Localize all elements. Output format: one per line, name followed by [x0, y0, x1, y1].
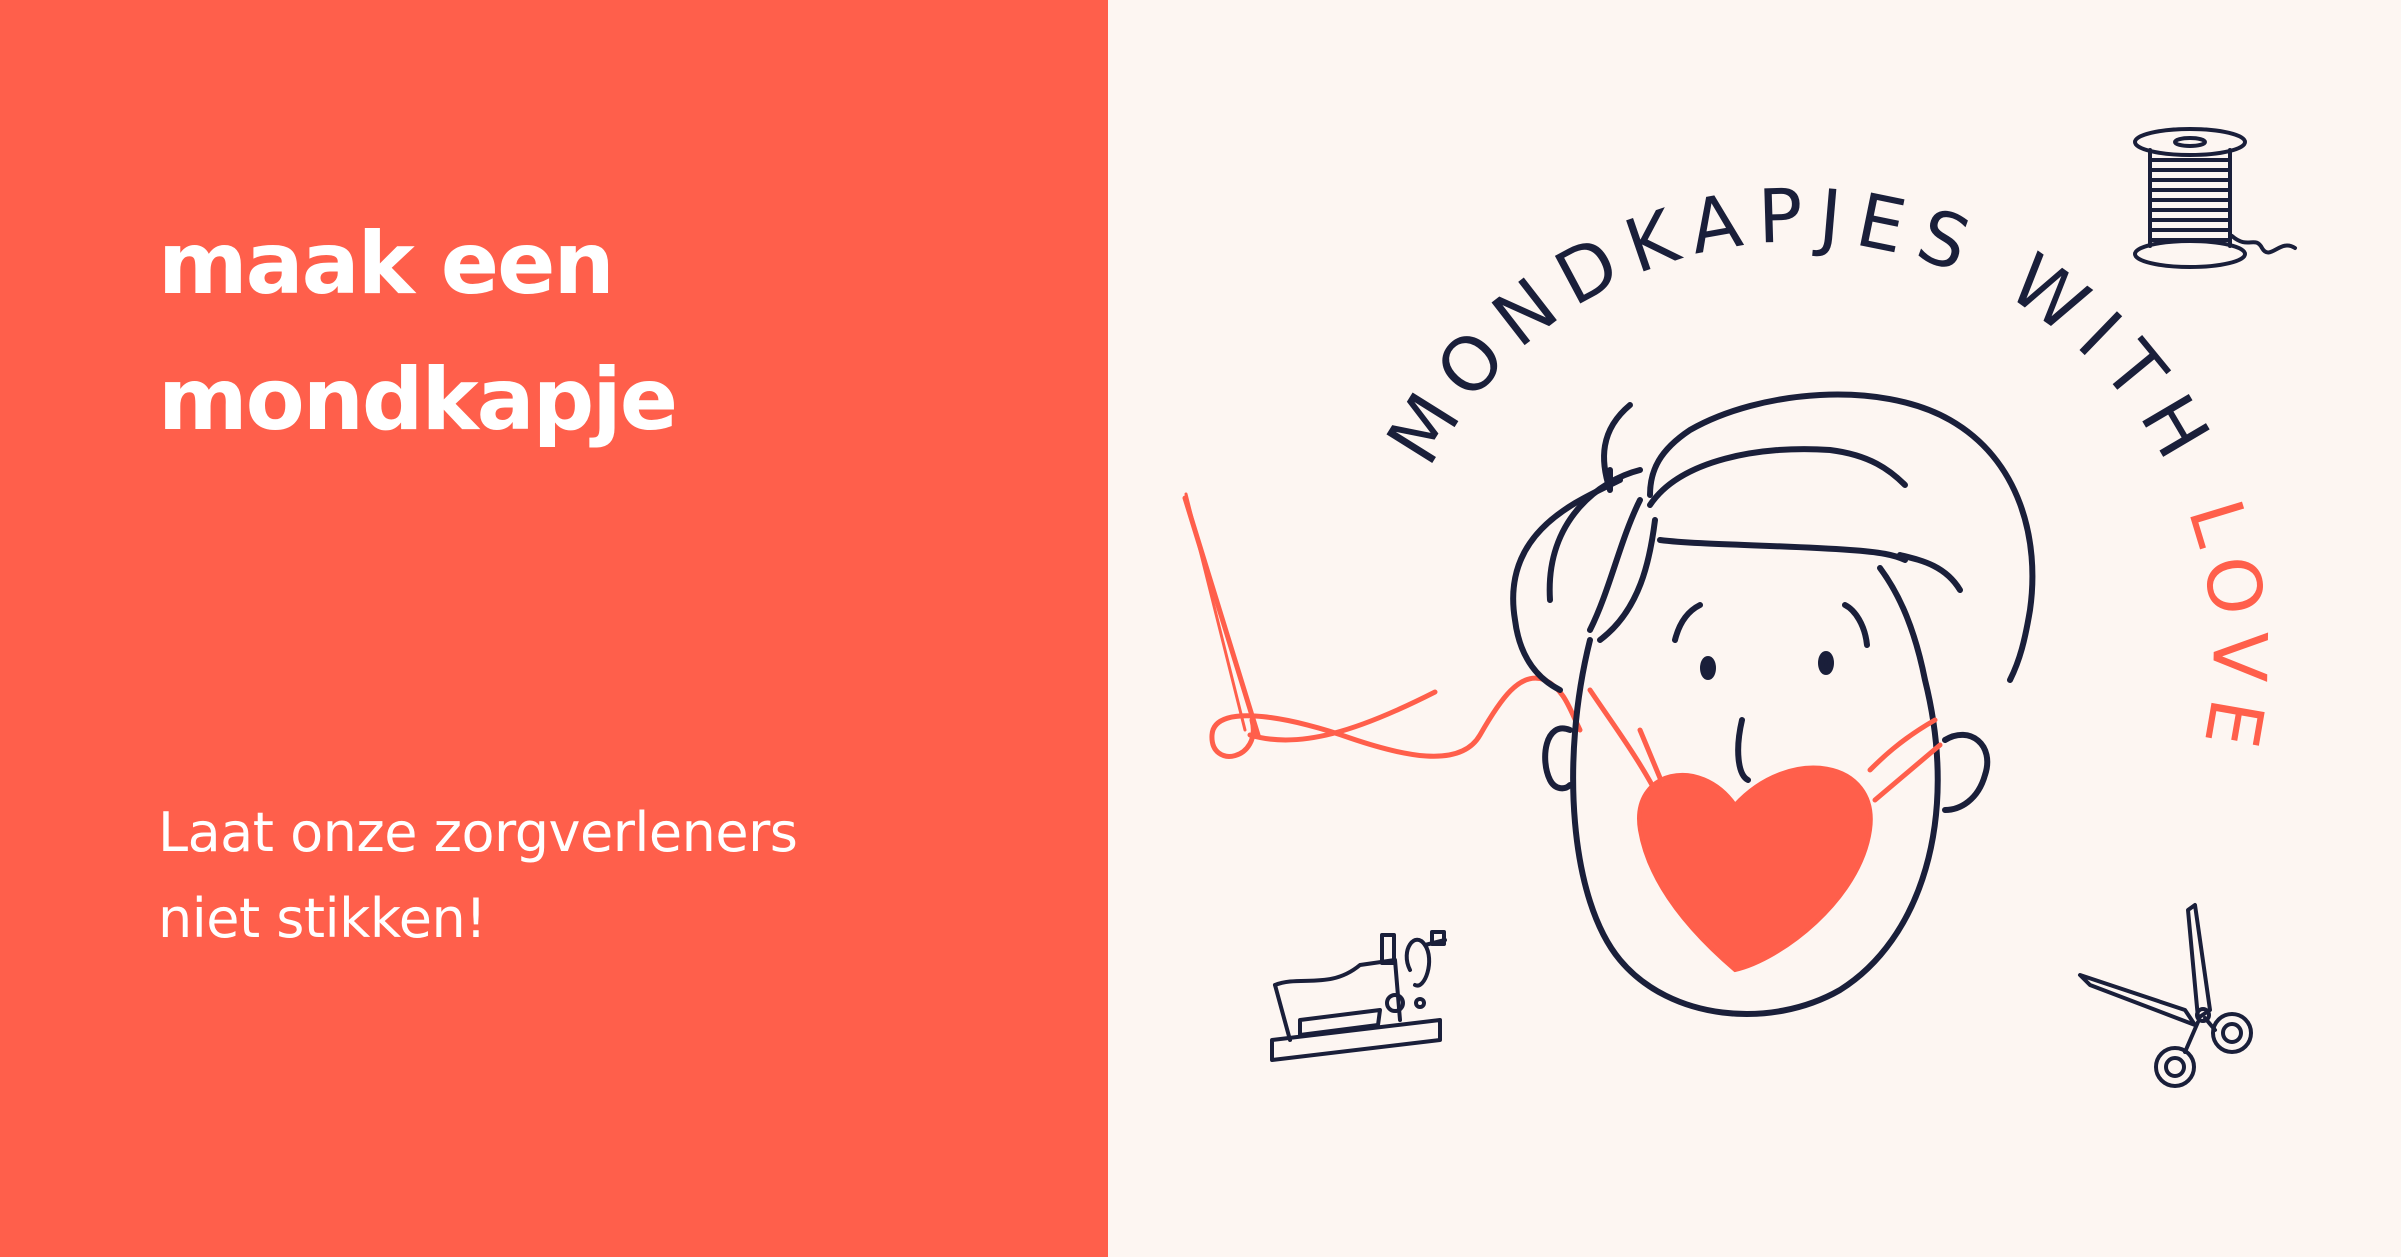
- logo-text-main: MONDKAPJES WITH: [1371, 173, 2251, 517]
- sewing-machine-icon: [1270, 930, 1447, 1062]
- thread-spool-icon: [2133, 127, 2297, 269]
- tagline: Laat onze zorgverleners niet stikken!: [158, 790, 798, 962]
- tagline-line-2: niet stikken!: [158, 887, 487, 950]
- headline-line-2: mondkapje: [158, 350, 678, 450]
- logo-text-love: LOVE: [2171, 491, 2282, 768]
- needle-thread-icon: [1182, 492, 1583, 759]
- headline: maak een mondkapje: [158, 196, 678, 468]
- tagline-line-1: Laat onze zorgverleners: [158, 801, 798, 864]
- left-panel: maak een mondkapje Laat onze zorgverlene…: [0, 0, 1108, 1257]
- page: maak een mondkapje Laat onze zorgverlene…: [0, 0, 2401, 1257]
- heart-mask: [1587, 687, 1943, 973]
- headline-line-1: maak een: [158, 214, 615, 314]
- scissors-icon: [2078, 903, 2253, 1088]
- illustration: MONDKAPJES WITH LOVE: [1182, 127, 2297, 1088]
